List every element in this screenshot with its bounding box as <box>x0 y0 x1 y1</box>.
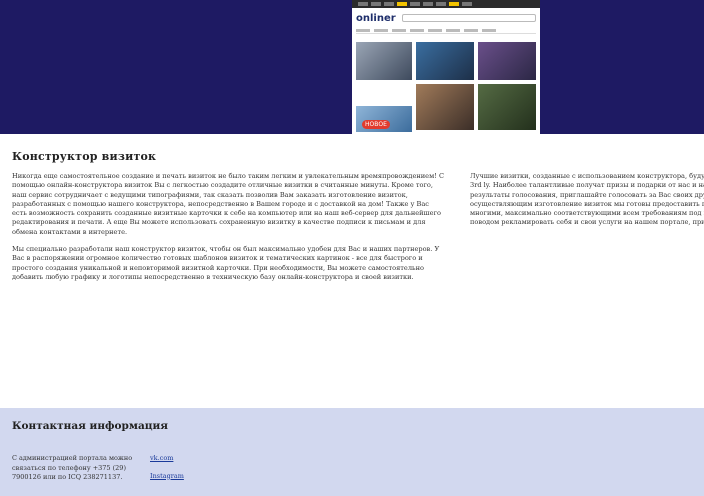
text-line: поводом рекламировать себя и свои услуги… <box>470 218 704 227</box>
social-links: vk.com Instagram <box>150 454 184 489</box>
news-tile <box>356 42 412 80</box>
preview-news-grid: НОВОЕ <box>356 42 536 132</box>
vk-link[interactable]: vk.com <box>150 454 184 464</box>
instagram-link[interactable]: Instagram <box>150 472 184 482</box>
text-line: результаты голосования, приглашайте голо… <box>470 190 704 199</box>
news-tile <box>416 84 474 130</box>
preview-top-bar <box>352 0 540 8</box>
news-tile <box>478 84 536 130</box>
paragraph: Мы специально разработали наш конструкто… <box>12 245 440 281</box>
paragraph: Никогда еще самостоятельное создание и п… <box>12 172 444 236</box>
page-title: Конструктор визиток <box>12 150 157 163</box>
text-line: 3rd ly. Наиболее талантливые получат при… <box>470 181 704 190</box>
preview-header: onliner <box>352 8 540 28</box>
text-line: Лучшие визитки, созданные с использовани… <box>470 172 704 180</box>
text-line: многими, максимально соответствующими вс… <box>470 209 704 218</box>
text-line: осуществляющим изготовление визиток мы г… <box>470 199 704 208</box>
news-tile <box>416 42 474 80</box>
promo-badge: НОВОЕ <box>362 120 390 129</box>
news-tile <box>478 42 536 80</box>
preview-logo: onliner <box>356 12 396 24</box>
preview-search-field <box>401 14 536 22</box>
description-right: Лучшие визитки, созданные с использовани… <box>470 172 704 228</box>
contact-text: С администрацией портала можно связаться… <box>12 454 133 481</box>
top-banner: onliner НОВОЕ <box>0 0 704 134</box>
description-left: Никогда еще самостоятельное создание и п… <box>12 172 444 290</box>
preview-menu <box>356 28 536 34</box>
contact-footer: Контактная информация С администрацией п… <box>0 408 704 496</box>
contact-title: Контактная информация <box>12 420 169 432</box>
main-content: Конструктор визиток Никогда еще самостоя… <box>0 134 704 408</box>
site-preview-screenshot: onliner НОВОЕ <box>352 0 540 134</box>
